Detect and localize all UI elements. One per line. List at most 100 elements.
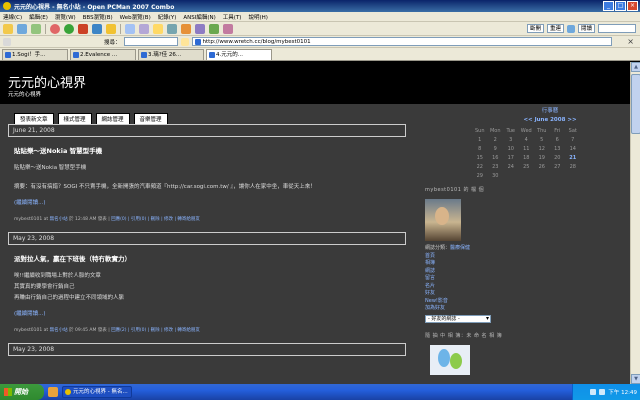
tray-volume-icon[interactable] <box>599 389 606 395</box>
calendar-month[interactable]: << June 2008 >> <box>470 117 630 123</box>
calendar-day <box>519 171 535 180</box>
ansi-color-icon[interactable] <box>195 23 205 34</box>
read-more-link[interactable]: (繼續閱讀...) <box>14 198 400 206</box>
reconnect-button[interactable]: 重連 <box>546 24 564 33</box>
calendar-day: 8 <box>478 145 482 152</box>
menu-tools[interactable]: 工具(T) <box>223 13 242 21</box>
close-button[interactable]: × <box>627 1 638 11</box>
menu-help[interactable]: 說明(H) <box>248 13 267 21</box>
open-icon[interactable] <box>17 23 27 34</box>
search-go-icon[interactable] <box>180 37 189 46</box>
scroll-thumb[interactable] <box>631 74 640 134</box>
page-scrollbar[interactable]: ▲ ▼ <box>630 62 640 384</box>
lock-icon[interactable] <box>223 23 233 34</box>
forward-icon[interactable] <box>64 23 74 34</box>
menu-edit[interactable]: 編輯(E) <box>29 13 48 21</box>
disconnect-button[interactable]: 斷開 <box>526 24 544 33</box>
link-video[interactable]: New!影音 <box>425 298 630 306</box>
quick-launch-icon[interactable] <box>48 387 58 397</box>
blog-title[interactable]: 元元的心視界 <box>8 72 86 91</box>
tab-evalence[interactable]: 2.Evalence ... <box>70 49 136 60</box>
post-author: mybest0101 at <box>14 328 50 333</box>
calendar-day: 29 <box>476 172 483 179</box>
post-date: May 23, 2008 <box>8 232 406 245</box>
web-page: 元元的心視界 元元的心視界 發表新文章 樣式管理 網誌管理 音樂管理 June … <box>0 62 630 384</box>
menu-bbs-browse[interactable]: BBS瀏覽(B) <box>83 13 113 21</box>
album-thumbnail[interactable] <box>430 344 470 375</box>
link-album[interactable]: 相簿 <box>425 260 630 268</box>
stop-icon[interactable] <box>78 23 88 34</box>
link-add-friend[interactable]: 加為好友 <box>425 305 630 313</box>
post-footer: mybest0101 at 無名小站 於 09:45 AM 發表 | 回應(2)… <box>14 327 400 333</box>
calendar-label[interactable]: 行事曆 <box>470 106 630 114</box>
home-icon[interactable] <box>106 23 116 34</box>
tray-network-icon[interactable] <box>590 389 597 395</box>
emoticon-icon[interactable] <box>181 23 191 34</box>
maximize-button[interactable]: □ <box>615 1 626 11</box>
read-button[interactable]: 閱讀 <box>577 24 595 33</box>
link-home[interactable]: 首頁 <box>425 253 630 261</box>
post-title[interactable]: 派對拉人氣，贏在下班後（特冇軟實力） <box>14 253 400 263</box>
tab-yuanyuan[interactable]: 4.元元的... <box>206 49 272 60</box>
link-card[interactable]: 名片 <box>425 283 630 291</box>
refresh-icon[interactable] <box>92 23 102 34</box>
sidebar: 行事曆 << June 2008 >> Sun Mon Tue Wed Thu … <box>425 104 630 375</box>
calendar-day: 28 <box>569 163 576 170</box>
start-label: 開始 <box>14 388 28 396</box>
profile-heading: mybest0101 的 檔 個 <box>425 187 485 193</box>
calendar-day: 4 <box>524 136 528 143</box>
mode-icon[interactable] <box>566 24 575 33</box>
encoding-select[interactable] <box>598 24 636 33</box>
disconnect-icon[interactable] <box>31 23 41 34</box>
new-connection-icon[interactable] <box>3 23 13 34</box>
keyboard-icon[interactable] <box>209 23 219 34</box>
post-text: 其實真的要學會行銷自己 <box>14 284 75 290</box>
link-blog[interactable]: 網誌 <box>425 268 630 276</box>
link-friends[interactable]: 好友 <box>425 290 630 298</box>
calendar-day-header: Mon <box>489 127 501 134</box>
avatar[interactable] <box>425 199 461 241</box>
category-link[interactable]: 醫療保健 <box>450 245 470 251</box>
author-link[interactable]: 無名小站 <box>50 328 68 333</box>
copy-icon[interactable] <box>125 23 135 34</box>
post-author: mybest0101 at <box>14 217 50 222</box>
start-button[interactable]: 開始 <box>0 384 44 400</box>
post-actions[interactable]: 回應(2) | 引用(0) | 刪除 | 修改 | 轉寄給朋友 <box>111 328 200 333</box>
post-text: 貼貼樂～送Nokia 智慧型手機 <box>14 165 87 171</box>
search-label: 搜尋： <box>104 39 121 46</box>
post-footer: mybest0101 at 無名小站 於 12:48 AM 發表 | 回應(0)… <box>14 216 400 222</box>
back-icon[interactable] <box>50 23 60 34</box>
taskbar-window-item[interactable]: 元元的心視界 - 無名... <box>62 386 132 398</box>
favorites-icon[interactable] <box>153 23 163 34</box>
menu-connect[interactable]: 連線(C) <box>3 13 22 21</box>
calendar-day-highlighted[interactable]: 21 <box>565 153 581 162</box>
menu-browse[interactable]: 瀏覽(W) <box>55 13 76 21</box>
tab-3[interactable]: 3.璃?佳 26... <box>138 49 204 60</box>
scroll-down-icon[interactable]: ▼ <box>631 374 640 384</box>
scroll-up-icon[interactable]: ▲ <box>631 62 640 72</box>
paste-icon[interactable] <box>139 23 149 34</box>
minimize-button[interactable]: _ <box>603 1 614 11</box>
settings-icon[interactable] <box>167 23 177 34</box>
read-more-link[interactable]: (繼續閱讀...) <box>14 309 400 317</box>
author-link[interactable]: 無名小站 <box>50 217 68 222</box>
menu-ansi-edit[interactable]: ANSI編輯(N) <box>183 13 215 21</box>
post-actions[interactable]: 回應(0) | 引用(0) | 刪除 | 修改 | 轉寄給朋友 <box>111 217 200 222</box>
link-guestbook[interactable]: 留言 <box>425 275 630 283</box>
close-tab-icon[interactable]: × <box>627 37 634 46</box>
calendar-day: 18 <box>523 154 530 161</box>
calendar-day: 12 <box>538 145 545 152</box>
calendar-day: 20 <box>554 154 561 161</box>
calendar-day: 1 <box>478 136 482 143</box>
post-title[interactable]: 貼貼樂～送Nokia 智慧型手機 <box>14 145 400 155</box>
menu-web-browse[interactable]: Web瀏覽(B) <box>120 13 151 21</box>
friends-blog-select[interactable]: - 好友的網誌 - <box>425 314 491 323</box>
calendar-day <box>550 171 566 180</box>
post-text: 再賺由行銷自己的過程中建立不同領域的人脈 <box>14 295 125 301</box>
tab-sogi[interactable]: 1.Sogi！手... <box>2 49 68 60</box>
calendar-day: 16 <box>492 154 499 161</box>
search-input[interactable] <box>123 37 178 46</box>
address-input[interactable]: http://www.wretch.cc/blog/mybest0101 <box>191 37 612 46</box>
menu-history[interactable]: 紀錄(Y) <box>158 13 177 21</box>
calendar-day-header: Sat <box>568 127 577 134</box>
